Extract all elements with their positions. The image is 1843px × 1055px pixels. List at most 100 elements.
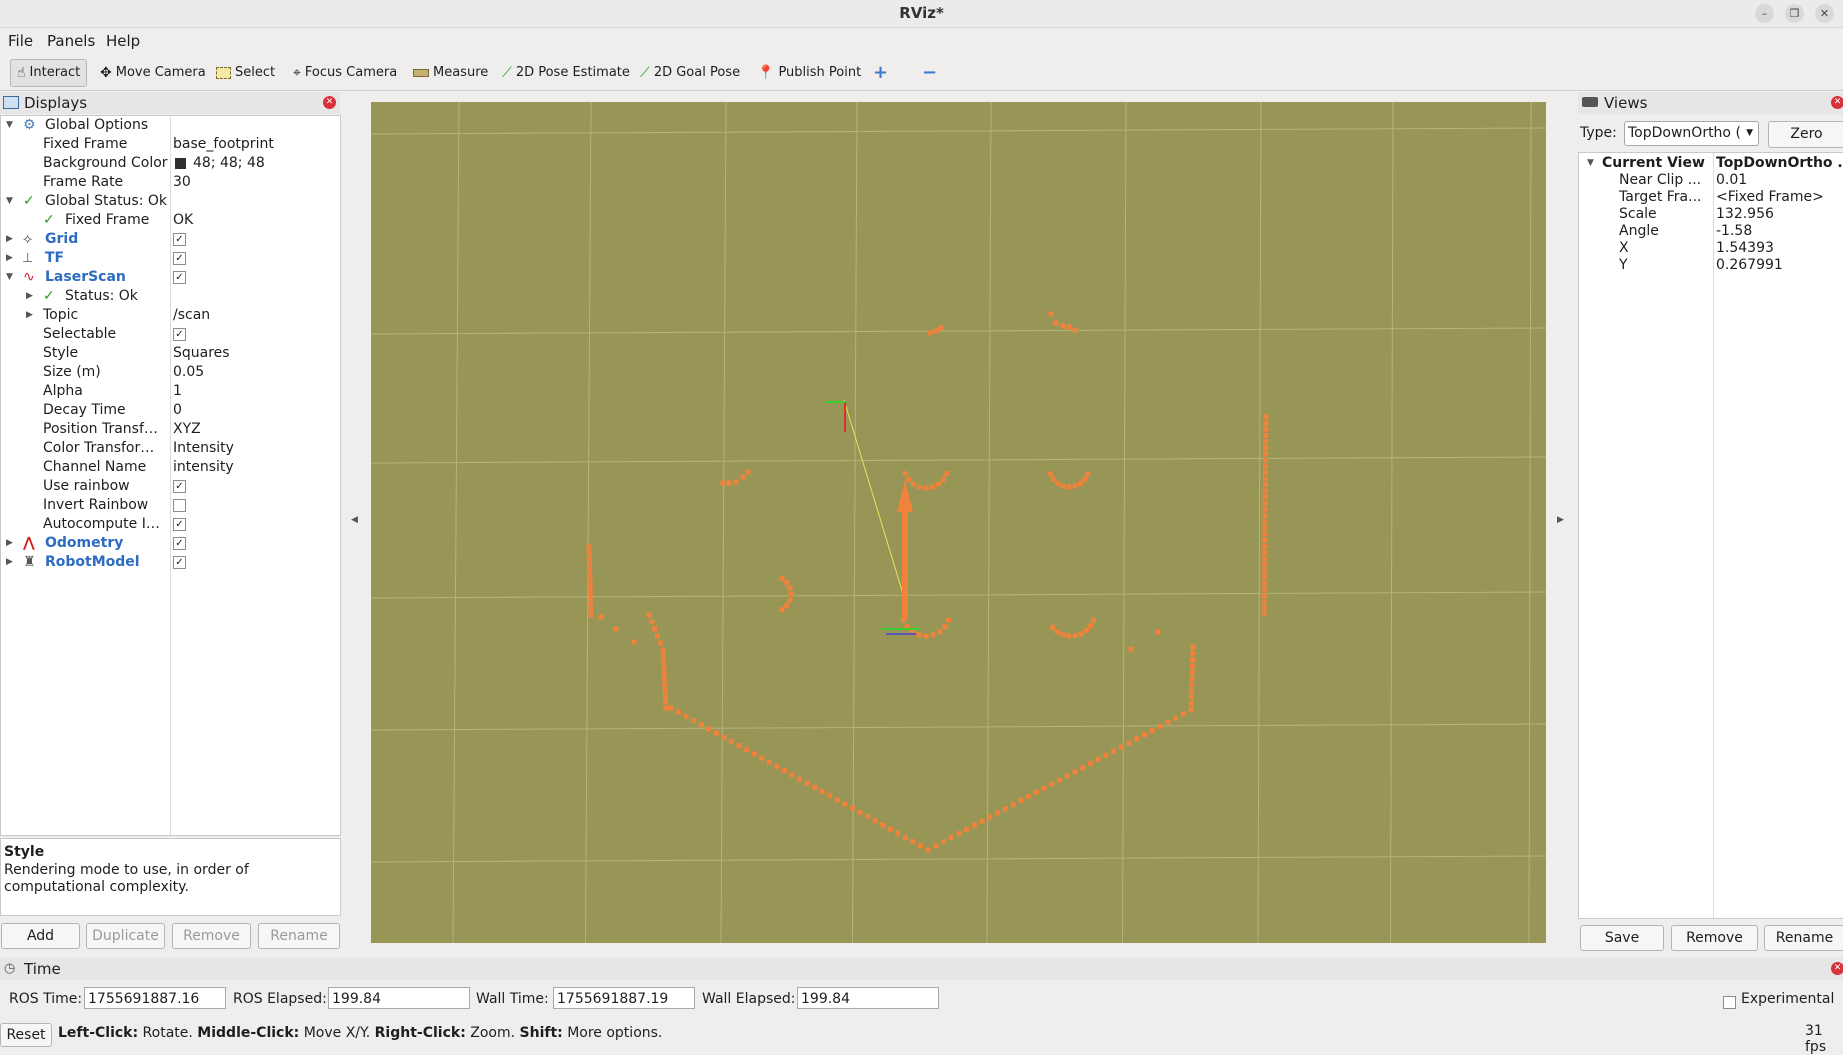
row-value[interactable]: Squares (173, 344, 230, 363)
tree-row-tf[interactable]: ▶ ⟂ TF ✓ (1, 249, 340, 268)
checkbox[interactable]: ✓ (173, 477, 186, 496)
tree-row-size[interactable]: Size (m) 0.05 (1, 363, 340, 382)
maximize-icon[interactable]: ❐ (1785, 4, 1804, 23)
menu-help[interactable]: Help (106, 32, 140, 50)
expand-arrow-icon[interactable]: ▼ (6, 268, 13, 287)
row-value[interactable]: 30 (173, 173, 191, 192)
tree-row-odometry[interactable]: ▶ ⋀ Odometry ✓ (1, 534, 340, 553)
collapse-arrow-icon[interactable]: ▶ (6, 534, 13, 553)
close-icon[interactable]: ✕ (1815, 4, 1834, 23)
tree-row-color-transformer[interactable]: Color Transfor… Intensity (1, 439, 340, 458)
rename-display-button[interactable]: Rename (258, 923, 340, 949)
tree-row-use-rainbow[interactable]: Use rainbow ✓ (1, 477, 340, 496)
laser-point (880, 822, 886, 828)
color-swatch[interactable] (175, 158, 186, 169)
zero-button[interactable]: Zero (1768, 121, 1843, 148)
select-tool-button[interactable]: Select (216, 61, 275, 85)
row-value[interactable]: 0 (173, 401, 182, 420)
tree-row-laserscan[interactable]: ▼ ∿ LaserScan ✓ (1, 268, 340, 287)
row-value[interactable]: base_footprint (173, 135, 274, 154)
rename-view-button[interactable]: Rename (1764, 925, 1843, 951)
collapse-arrow-icon[interactable]: ▶ (26, 306, 33, 325)
checkbox[interactable]: ✓ (173, 325, 186, 344)
remove-display-button[interactable]: Remove (172, 923, 251, 949)
tree-row-grid[interactable]: ▶ ⟡ Grid ✓ (1, 230, 340, 249)
tree-row-autocompute[interactable]: Autocompute I… ✓ (1, 515, 340, 534)
row-value[interactable]: XYZ (173, 420, 201, 439)
tree-row-channel-name[interactable]: Channel Name intensity (1, 458, 340, 477)
checkbox[interactable]: ✓ (173, 249, 186, 268)
interact-tool-button[interactable]: ☝ Interact (10, 59, 88, 87)
publish-point-tool-button[interactable]: 📍 Publish Point (757, 61, 861, 85)
fps-counter: 31 fps (1805, 1023, 1827, 1055)
collapse-arrow-icon[interactable]: ▶ (6, 230, 13, 249)
tree-row-style[interactable]: Style Squares (1, 344, 340, 363)
2d-goal-pose-tool-button[interactable]: ⟋ 2D Goal Pose (640, 61, 740, 85)
add-button[interactable]: Add (1, 923, 80, 949)
wall-time-field[interactable]: 1755691887.19 (553, 987, 695, 1009)
tree-row-fixed-frame[interactable]: Fixed Frame base_footprint (1, 135, 340, 154)
menu-panels[interactable]: Panels (47, 32, 95, 50)
tree-row-laserscan-status[interactable]: ▶ ✓ Status: Ok (1, 287, 340, 306)
wall-elapsed-field[interactable]: 199.84 (797, 987, 939, 1009)
close-panel-icon[interactable]: ✕ (1831, 962, 1843, 975)
row-value[interactable]: 0.05 (173, 363, 204, 382)
tree-row-decay-time[interactable]: Decay Time 0 (1, 401, 340, 420)
3d-viewport[interactable] (371, 102, 1546, 943)
checkbox[interactable]: ✓ (173, 553, 186, 572)
reset-button[interactable]: Reset (0, 1023, 52, 1047)
checkbox[interactable]: ✓ (173, 515, 186, 534)
collapse-left-icon[interactable]: ◀ (351, 515, 358, 525)
ros-time-field[interactable]: 1755691887.16 (84, 987, 226, 1009)
menu-file[interactable]: File (8, 32, 33, 50)
row-value[interactable]: 1 (173, 382, 182, 401)
save-view-button[interactable]: Save (1580, 925, 1664, 951)
move-camera-tool-button[interactable]: ✥ Move Camera (100, 61, 206, 85)
ros-elapsed-field[interactable]: 199.84 (328, 987, 470, 1009)
row-value[interactable]: 48; 48; 48 (193, 154, 265, 173)
checkbox[interactable] (173, 496, 186, 515)
collapse-right-icon[interactable]: ▶ (1557, 515, 1564, 525)
tree-row-status-fixed-frame[interactable]: ✓ Fixed Frame OK (1, 211, 340, 230)
measure-tool-button[interactable]: Measure (413, 61, 488, 85)
row-value[interactable]: 0.267991 (1716, 256, 1783, 275)
add-tool-button[interactable]: + (873, 61, 888, 85)
2d-pose-estimate-tool-button[interactable]: ⟋ 2D Pose Estimate (502, 61, 630, 85)
row-value[interactable]: intensity (173, 458, 234, 477)
checkbox[interactable]: ✓ (173, 534, 186, 553)
row-value[interactable]: /scan (173, 306, 210, 325)
experimental-checkbox[interactable] (1723, 993, 1736, 1011)
row-name: Use rainbow (43, 478, 130, 494)
laser-point (784, 603, 790, 609)
laser-point (849, 805, 855, 811)
close-panel-icon[interactable]: ✕ (1831, 96, 1843, 109)
tree-row-background-color[interactable]: Background Color 48; 48; 48 (1, 154, 340, 173)
tree-row-selectable[interactable]: Selectable ✓ (1, 325, 340, 344)
laser-point (1188, 707, 1194, 713)
checkbox[interactable]: ✓ (173, 268, 186, 287)
focus-camera-tool-button[interactable]: ⌖ Focus Camera (293, 61, 397, 85)
row-value[interactable]: Intensity (173, 439, 234, 458)
tree-row-global-options[interactable]: ▼ ⚙ Global Options (1, 116, 340, 135)
remove-tool-button[interactable]: − (922, 61, 937, 85)
tree-row-alpha[interactable]: Alpha 1 (1, 382, 340, 401)
expand-arrow-icon[interactable]: ▼ (6, 116, 13, 135)
minimize-icon[interactable]: – (1755, 4, 1774, 23)
close-panel-icon[interactable]: ✕ (323, 96, 336, 109)
expand-arrow-icon[interactable]: ▼ (6, 192, 13, 211)
tree-row-topic[interactable]: ▶ Topic /scan (1, 306, 340, 325)
tree-row-invert-rainbow[interactable]: Invert Rainbow (1, 496, 340, 515)
collapse-arrow-icon[interactable]: ▶ (6, 249, 13, 268)
checkbox[interactable]: ✓ (173, 230, 186, 249)
tree-row-robotmodel[interactable]: ▶ ♜ RobotModel ✓ (1, 553, 340, 572)
row-name: Global Options (45, 117, 149, 133)
collapse-arrow-icon[interactable]: ▶ (6, 553, 13, 572)
collapse-arrow-icon[interactable]: ▶ (26, 287, 33, 306)
tree-row-global-status[interactable]: ▼ ✓ Global Status: Ok (1, 192, 340, 211)
remove-view-button[interactable]: Remove (1671, 925, 1758, 951)
view-type-select[interactable]: TopDownOrtho ( ▼ (1624, 121, 1759, 146)
duplicate-button[interactable]: Duplicate (86, 923, 165, 949)
tree-row-frame-rate[interactable]: Frame Rate 30 (1, 173, 340, 192)
tree-row-y[interactable]: Y 0.267991 (1579, 256, 1843, 275)
tree-row-position-transformer[interactable]: Position Transf… XYZ (1, 420, 340, 439)
